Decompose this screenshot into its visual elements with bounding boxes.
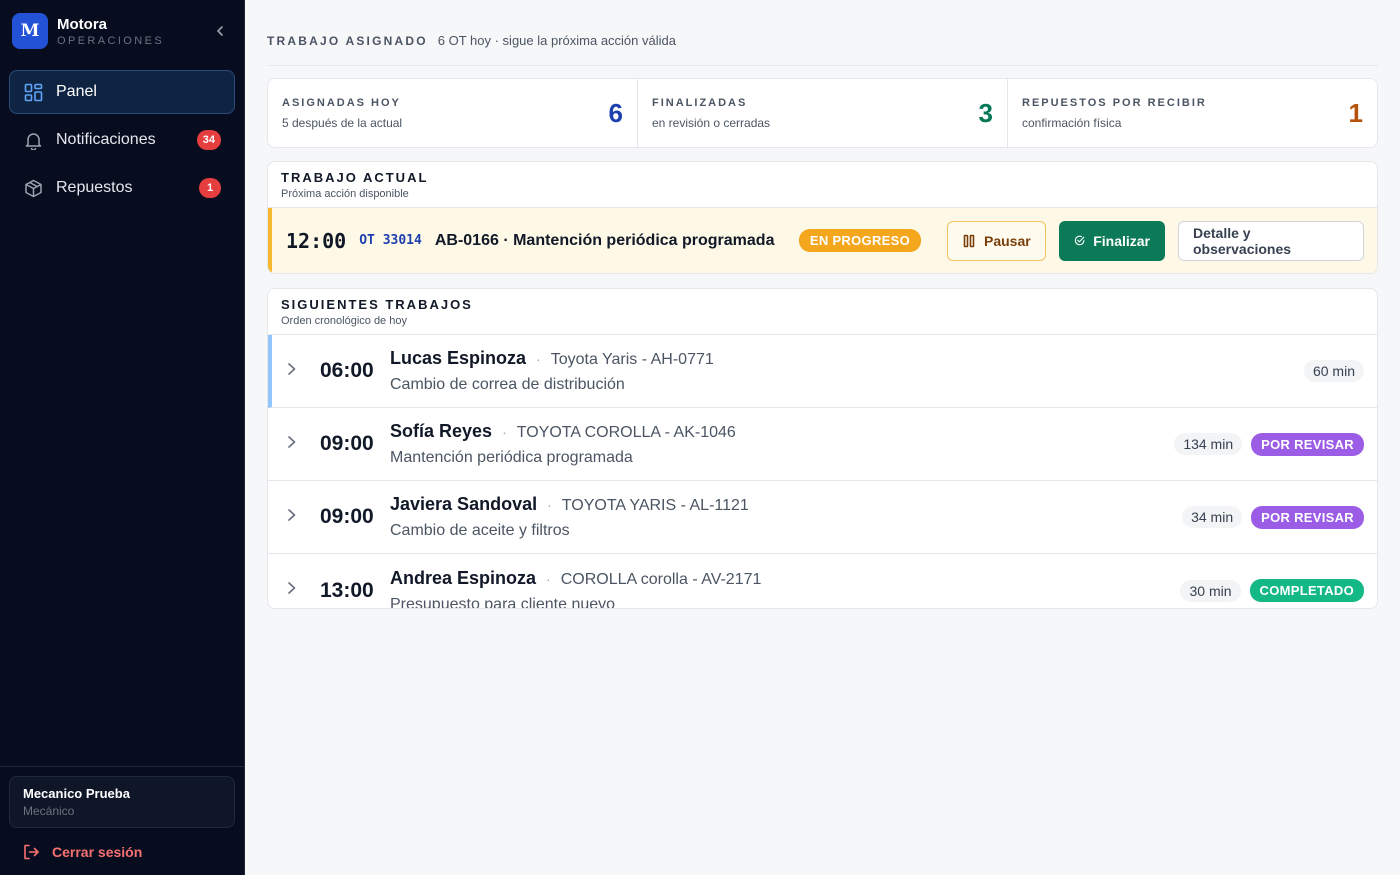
user-name: Mecanico Prueba (23, 786, 130, 801)
stat-label: REPUESTOS POR RECIBIR (1022, 96, 1207, 109)
next-jobs-card: SIGUIENTES TRABAJOS Orden cronológico de… (267, 288, 1378, 609)
duration-badge: 30 min (1180, 579, 1241, 602)
notification-count-badge: 34 (196, 130, 221, 150)
job-row[interactable]: 09:00 Sofía Reyes · TOYOTA COROLLA - AK-… (268, 408, 1377, 481)
job-description: Mantención periódica programada (390, 449, 633, 466)
finish-button[interactable]: Finalizar (1059, 220, 1165, 261)
job-description: Cambio de aceite y filtros (390, 522, 570, 539)
job-time: 06:00 (320, 359, 374, 382)
status-badge: COMPLETADO (1249, 579, 1364, 602)
page-subtitle: 6 OT hoy · sigue la próxima acción válid… (437, 33, 676, 48)
job-time: 13:00 (320, 578, 374, 602)
chevron-right-icon[interactable] (286, 362, 304, 381)
job-client: Lucas Espinoza (390, 348, 527, 368)
pause-icon (963, 234, 975, 247)
separator-dot: · (546, 570, 551, 587)
job-time: 09:00 (320, 505, 374, 528)
current-job-time: 12:00 (286, 228, 347, 253)
separator-dot: · (502, 424, 507, 440)
job-row[interactable]: 06:00 Lucas Espinoza · Toyota Yaris - AH… (268, 335, 1377, 408)
current-job-card: TRABAJO ACTUAL Próxima acción disponible… (267, 161, 1378, 274)
nav-item-label: Notificaciones (56, 131, 156, 148)
parts-count-badge: 1 (199, 178, 221, 198)
stat-asignadas: ASIGNADAS HOY 5 después de la actual 6 (268, 79, 638, 147)
pause-button[interactable]: Pausar (947, 220, 1046, 261)
job-description: Presupuesto para cliente nuevo (390, 595, 616, 609)
job-vehicle: TOYOTA COROLLA - AK-1046 (516, 424, 736, 441)
nav-item-label: Repuestos (56, 179, 133, 196)
brand: M Motora OPERACIONES (0, 0, 244, 62)
finish-label: Finalizar (1093, 232, 1150, 249)
job-time: 09:00 (320, 432, 374, 455)
stat-finalizadas: FINALIZADAS en revisión o cerradas 3 (638, 79, 1008, 147)
box-icon (23, 178, 43, 198)
current-job-ot: OT 33014 (359, 233, 422, 248)
job-client: Sofía Reyes (390, 421, 493, 441)
pause-label: Pausar (984, 232, 1031, 249)
current-job-title: AB-0166 · Mantención periódica programad… (434, 231, 775, 249)
section-title: TRABAJO ACTUAL (281, 170, 429, 185)
job-row[interactable]: 09:00 Javiera Sandoval · TOYOTA YARIS - … (268, 481, 1377, 554)
sidebar-footer: Mecanico Prueba Mecánico Cerrar sesión (0, 766, 244, 875)
chevron-left-icon (216, 26, 223, 36)
bell-icon (23, 130, 43, 150)
chevron-right-icon[interactable] (286, 435, 304, 454)
main-content: TRABAJO ASIGNADO 6 OT hoy · sigue la pró… (245, 0, 1400, 875)
main-nav: Panel Notificaciones 34 Repuestos 1 (0, 62, 244, 210)
section-subtitle: Próxima acción disponible (281, 188, 409, 200)
section-title: SIGUIENTES TRABAJOS (281, 297, 473, 312)
stats-bar: ASIGNADAS HOY 5 después de la actual 6 F… (267, 78, 1378, 148)
brand-logo: M (12, 13, 48, 49)
job-client: Andrea Espinoza (390, 567, 537, 588)
job-vehicle: Toyota Yaris - AH-0771 (550, 351, 714, 368)
section-subtitle: Orden cronológico de hoy (281, 315, 407, 327)
duration-badge: 60 min (1303, 360, 1364, 382)
stat-label: FINALIZADAS (652, 96, 748, 109)
stat-value: 1 (1348, 97, 1363, 128)
duration-badge: 134 min (1174, 433, 1243, 455)
collapse-sidebar-button[interactable] (208, 19, 232, 43)
job-vehicle: TOYOTA YARIS - AL-1121 (561, 497, 749, 514)
check-circle-icon (1074, 235, 1085, 246)
chevron-right-icon[interactable] (286, 508, 304, 527)
current-job-header: TRABAJO ACTUAL Próxima acción disponible (268, 162, 1377, 208)
page-title: TRABAJO ASIGNADO (267, 33, 428, 48)
brand-subtitle: OPERACIONES (57, 34, 165, 47)
status-badge: POR REVISAR (1251, 505, 1364, 529)
nav-item-panel[interactable]: Panel (9, 70, 235, 114)
stat-sub: 5 después de la actual (282, 115, 403, 130)
stat-sub: en revisión o cerradas (652, 115, 771, 130)
duration-badge: 34 min (1182, 506, 1243, 528)
job-row[interactable]: 13:00 Andrea Espinoza · COROLLA corolla … (268, 554, 1377, 608)
stat-repuestos: REPUESTOS POR RECIBIR confirmación físic… (1008, 79, 1377, 147)
job-list: 06:00 Lucas Espinoza · Toyota Yaris - AH… (268, 335, 1377, 608)
separator-dot: · (547, 497, 552, 513)
stat-value: 3 (978, 97, 993, 128)
logout-label: Cerrar sesión (52, 844, 143, 860)
brand-name: Motora (57, 15, 107, 33)
nav-item-label: Panel (56, 83, 97, 100)
separator-dot: · (536, 351, 541, 367)
current-job-row: 12:00 OT 33014 AB-0166 · Mantención peri… (268, 208, 1377, 273)
status-badge: POR REVISAR (1251, 432, 1364, 456)
next-jobs-header: SIGUIENTES TRABAJOS Orden cronológico de… (268, 289, 1377, 335)
page-header: TRABAJO ASIGNADO 6 OT hoy · sigue la pró… (267, 0, 1378, 66)
logout-icon (24, 844, 39, 860)
nav-item-notificaciones[interactable]: Notificaciones 34 (9, 118, 235, 162)
job-vehicle: COROLLA corolla - AV-2171 (560, 570, 762, 588)
job-client: Javiera Sandoval (390, 494, 538, 514)
sidebar: M Motora OPERACIONES Panel Notificacione… (0, 0, 245, 875)
user-card[interactable]: Mecanico Prueba Mecánico (9, 776, 235, 828)
user-role: Mecánico (23, 804, 75, 818)
stat-label: ASIGNADAS HOY (282, 96, 401, 109)
chevron-right-icon[interactable] (286, 581, 304, 600)
job-description: Cambio de correa de distribución (390, 376, 625, 393)
nav-item-repuestos[interactable]: Repuestos 1 (9, 166, 235, 210)
status-badge: EN PROGRESO (798, 229, 921, 252)
stat-value: 6 (608, 97, 623, 128)
detail-button[interactable]: Detalle y observaciones (1178, 220, 1364, 261)
logout-button[interactable]: Cerrar sesión (9, 843, 235, 861)
stat-sub: confirmación física (1022, 115, 1122, 130)
grid-icon (23, 82, 43, 102)
